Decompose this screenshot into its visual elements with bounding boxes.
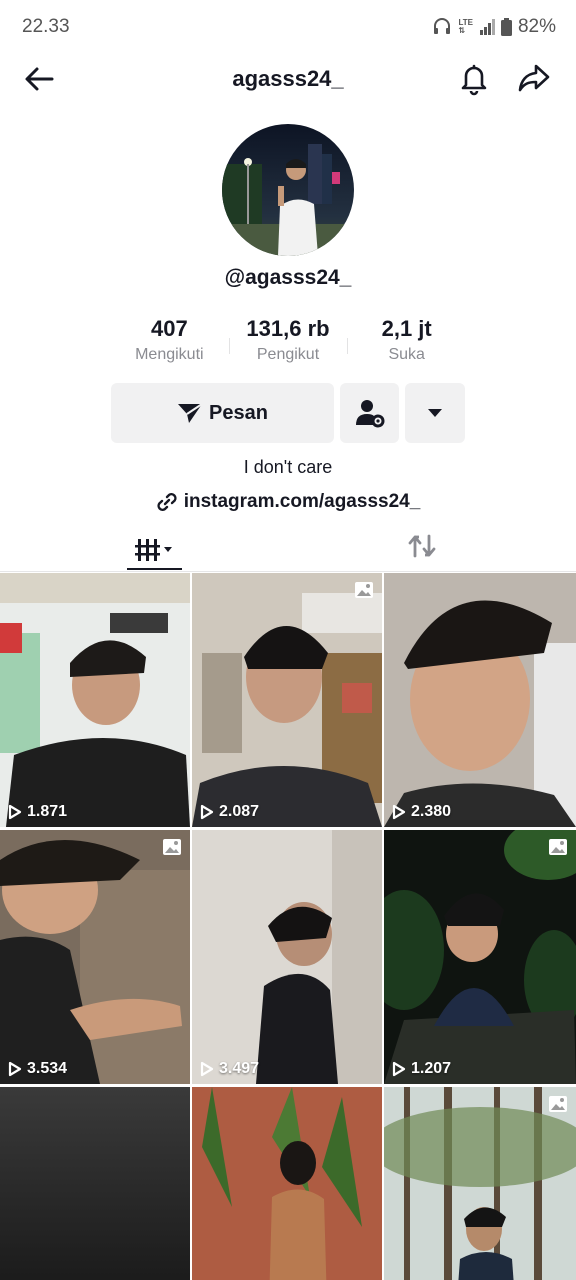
likes-count: 2,1 jt	[381, 316, 432, 341]
photo-icon	[549, 839, 567, 855]
video-grid: 1.871 2.087 2.380 3.534 3.497 1.207	[0, 573, 576, 1280]
video-tile[interactable]: 1.207	[384, 830, 576, 1084]
avatar-image	[222, 124, 354, 256]
view-count: 3.534	[8, 1060, 67, 1078]
grid-sort-icon	[134, 539, 172, 561]
share-icon	[518, 64, 550, 92]
profile-bio: I don't care	[243, 457, 333, 477]
repost-icon	[408, 534, 436, 558]
video-thumbnail	[384, 830, 576, 1084]
top-bar: agasss24_	[0, 56, 576, 104]
video-tile[interactable]: 2.380	[384, 573, 576, 827]
battery-icon	[500, 18, 512, 36]
photo-icon	[549, 1096, 567, 1112]
video-thumbnail	[192, 830, 382, 1084]
stat-followers[interactable]: 131,6 rb Pengikut	[228, 316, 348, 370]
video-thumbnail	[0, 1087, 190, 1280]
profile-handle: @agasss24_	[224, 266, 352, 289]
headphones-icon	[434, 18, 451, 34]
message-button[interactable]: Pesan	[111, 383, 334, 443]
video-thumbnail	[0, 573, 190, 827]
active-tab-indicator	[127, 568, 182, 570]
followers-count: 131,6 rb	[246, 316, 330, 341]
photo-icon	[163, 839, 181, 855]
video-thumbnail	[0, 830, 190, 1084]
video-thumbnail	[384, 1087, 576, 1280]
following-label: Mengikuti	[135, 346, 204, 363]
stat-following[interactable]: 407 Mengikuti	[110, 316, 229, 370]
send-icon	[178, 403, 203, 423]
bell-icon	[461, 64, 487, 96]
video-tile[interactable]: 3.534	[0, 830, 190, 1084]
video-tile[interactable]: 2.087	[192, 573, 382, 827]
more-options-button[interactable]	[405, 383, 465, 443]
person-settings-icon	[355, 400, 384, 428]
tab-videos[interactable]	[127, 528, 182, 572]
play-icon	[200, 804, 214, 820]
view-count: 1.871	[8, 803, 67, 821]
video-tile[interactable]: 1.871	[0, 573, 190, 827]
friends-button[interactable]	[340, 383, 399, 443]
play-icon	[392, 1061, 406, 1077]
video-thumbnail	[192, 1087, 382, 1280]
view-count: 2.380	[392, 803, 451, 821]
profile-actions: Pesan	[111, 383, 465, 443]
message-label: Pesan	[209, 401, 268, 424]
view-count: 1.207	[392, 1060, 451, 1078]
play-icon	[8, 1061, 22, 1077]
profile-tabs	[0, 520, 576, 572]
link-icon	[157, 493, 177, 511]
video-tile[interactable]	[384, 1087, 576, 1280]
view-count: 2.087	[200, 803, 259, 821]
play-icon	[200, 1061, 214, 1077]
status-bar: 22.33 LTE ⇅ 82%	[0, 0, 576, 56]
video-thumbnail	[192, 573, 382, 827]
play-icon	[8, 804, 22, 820]
signal-icon	[479, 19, 495, 35]
following-count: 407	[150, 316, 188, 341]
followers-label: Pengikut	[256, 346, 320, 363]
battery-percent: 82%	[517, 16, 556, 37]
profile-stats: 407 Mengikuti 131,6 rb Pengikut 2,1 jt S…	[110, 316, 466, 370]
video-tile[interactable]: 3.497	[192, 830, 382, 1084]
view-count: 3.497	[200, 1060, 259, 1078]
profile-link[interactable]: instagram.com/agasss24_	[0, 491, 576, 513]
tab-reposts[interactable]	[402, 528, 442, 564]
video-tile[interactable]	[192, 1087, 382, 1280]
caret-down-icon	[428, 409, 442, 417]
share-button[interactable]	[516, 60, 552, 96]
profile-avatar[interactable]	[222, 124, 354, 256]
stat-likes[interactable]: 2,1 jt Suka	[347, 316, 466, 370]
video-thumbnail	[384, 573, 576, 827]
video-tile[interactable]	[0, 1087, 190, 1280]
tabs-divider	[0, 571, 576, 572]
play-icon	[392, 804, 406, 820]
profile-link-text: instagram.com/agasss24_	[183, 491, 421, 512]
status-time: 22.33	[22, 16, 70, 37]
notification-button[interactable]	[456, 60, 492, 96]
lte-icon: LTE ⇅	[458, 18, 473, 35]
photo-icon	[355, 582, 373, 598]
likes-label: Suka	[388, 346, 425, 363]
status-icons: LTE ⇅ 82%	[432, 16, 556, 38]
